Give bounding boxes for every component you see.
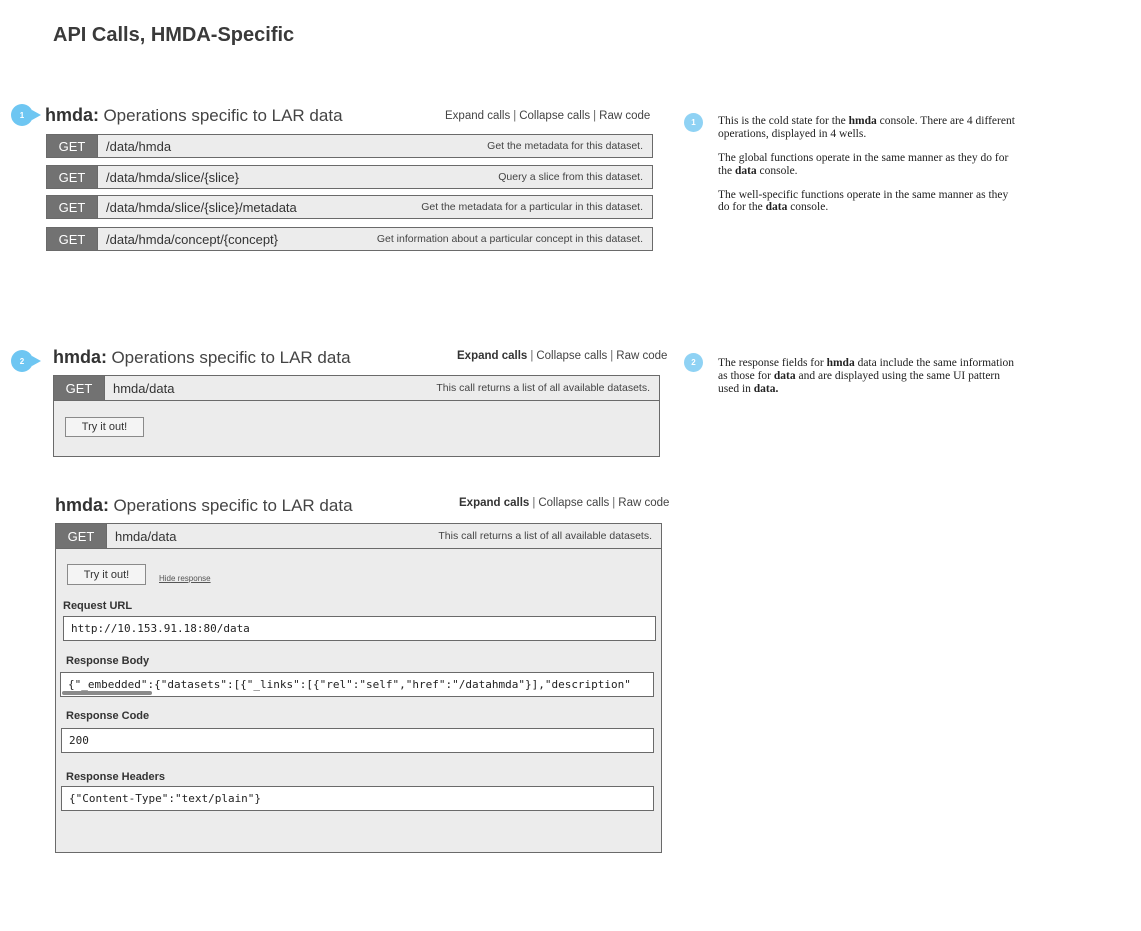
operation-summary: Get the metadata for this dataset. <box>487 140 643 152</box>
operation-panel-expanded: GET hmda/data This call returns a list o… <box>55 523 662 853</box>
operation-row[interactable]: GET /data/hmda/concept/{concept} Get inf… <box>46 227 653 251</box>
note-paragraph: The response fields for hmda data includ… <box>718 357 1015 395</box>
section-header: hmda: Operations specific to LAR data <box>55 495 353 516</box>
note-marker-2: 2 <box>684 353 703 372</box>
expand-calls-link[interactable]: Expand calls <box>445 110 510 122</box>
operation-summary: This call returns a list of all availabl… <box>436 382 650 394</box>
try-it-out-button[interactable]: Try it out! <box>65 417 144 437</box>
expand-calls-link[interactable]: Expand calls <box>459 497 529 509</box>
operation-summary: Get the metadata for a particular in thi… <box>421 201 643 213</box>
method-badge: GET <box>56 524 107 548</box>
response-body-label: Response Body <box>66 655 150 667</box>
request-url-field[interactable]: http://10.153.91.18:80/data <box>63 616 656 641</box>
hide-response-link[interactable]: Hide response <box>159 574 211 583</box>
section-description: Operations specific to LAR data <box>111 348 351 367</box>
section-links: Expand calls | Collapse calls | Raw code <box>457 350 668 362</box>
annotation-marker-2: 2 <box>11 350 41 372</box>
section-links: Expand calls | Collapse calls | Raw code <box>445 110 651 122</box>
operation-path: /data/hmda/concept/{concept} <box>106 231 279 247</box>
annotation-number: 2 <box>19 356 25 366</box>
operation-path: /data/hmda <box>106 138 172 154</box>
method-badge: GET <box>47 135 98 157</box>
section-name: hmda: <box>53 347 107 367</box>
operation-summary: Get information about a particular conce… <box>376 233 643 245</box>
response-headers-label: Response Headers <box>66 771 166 783</box>
section-description: Operations specific to LAR data <box>103 106 343 125</box>
collapse-calls-link[interactable]: Collapse calls <box>536 350 607 362</box>
section-description: Operations specific to LAR data <box>113 496 353 515</box>
operation-path: /data/hmda/slice/{slice} <box>106 169 239 185</box>
note-paragraph: The well-specific functions operate in t… <box>718 188 1009 214</box>
method-badge: GET <box>54 376 105 400</box>
operation-path: /data/hmda/slice/{slice}/metadata <box>106 199 297 215</box>
section-header: hmda: Operations specific to LAR data <box>53 347 351 368</box>
method-badge: GET <box>47 196 98 218</box>
section-name: hmda: <box>45 105 99 125</box>
page-title: API Calls, HMDA-Specific <box>53 24 295 46</box>
response-headers-field[interactable]: {"Content-Type":"text/plain"} <box>61 786 654 811</box>
section-header: hmda: Operations specific to LAR data <box>45 105 343 126</box>
horizontal-scrollbar[interactable] <box>62 691 152 695</box>
note-number: 1 <box>691 118 696 127</box>
operation-panel: GET hmda/data This call returns a list o… <box>53 375 660 457</box>
operation-row[interactable]: GET hmda/data This call returns a list o… <box>54 376 659 401</box>
response-code-field[interactable]: 200 <box>61 728 654 753</box>
request-url-label: Request URL <box>63 600 133 612</box>
raw-code-link[interactable]: Raw code <box>616 350 667 362</box>
annotation-marker-1: 1 <box>11 104 41 126</box>
annotation-notes-1: This is the cold state for the hmda cons… <box>718 115 1018 225</box>
note-number: 2 <box>691 358 696 367</box>
operation-row[interactable]: GET /data/hmda/slice/{slice}/metadata Ge… <box>46 195 653 219</box>
response-code-label: Response Code <box>66 710 150 722</box>
operation-path: hmda/data <box>113 380 175 396</box>
operation-row[interactable]: GET /data/hmda/slice/{slice} Query a sli… <box>46 165 653 189</box>
section-name: hmda: <box>55 495 109 515</box>
operation-path: hmda/data <box>115 528 177 544</box>
operation-summary: This call returns a list of all availabl… <box>438 530 652 542</box>
operation-row[interactable]: GET /data/hmda Get the metadata for this… <box>46 134 653 158</box>
try-it-out-button[interactable]: Try it out! <box>67 564 146 585</box>
collapse-calls-link[interactable]: Collapse calls <box>538 497 609 509</box>
note-paragraph: This is the cold state for the hmda cons… <box>718 115 1015 140</box>
raw-code-link[interactable]: Raw code <box>599 110 650 122</box>
method-badge: GET <box>47 228 98 250</box>
note-marker-1: 1 <box>684 113 703 132</box>
operation-row[interactable]: GET hmda/data This call returns a list o… <box>56 524 661 549</box>
section-links: Expand calls | Collapse calls | Raw code <box>459 497 670 509</box>
operation-summary: Query a slice from this dataset. <box>498 171 643 183</box>
expand-calls-link[interactable]: Expand calls <box>457 350 527 362</box>
note-paragraph: The global functions operate in the same… <box>718 151 1009 177</box>
annotation-number: 1 <box>19 110 25 120</box>
raw-code-link[interactable]: Raw code <box>618 497 669 509</box>
annotation-notes-2: The response fields for hmda data includ… <box>718 357 1018 407</box>
collapse-calls-link[interactable]: Collapse calls <box>519 110 590 122</box>
method-badge: GET <box>47 166 98 188</box>
